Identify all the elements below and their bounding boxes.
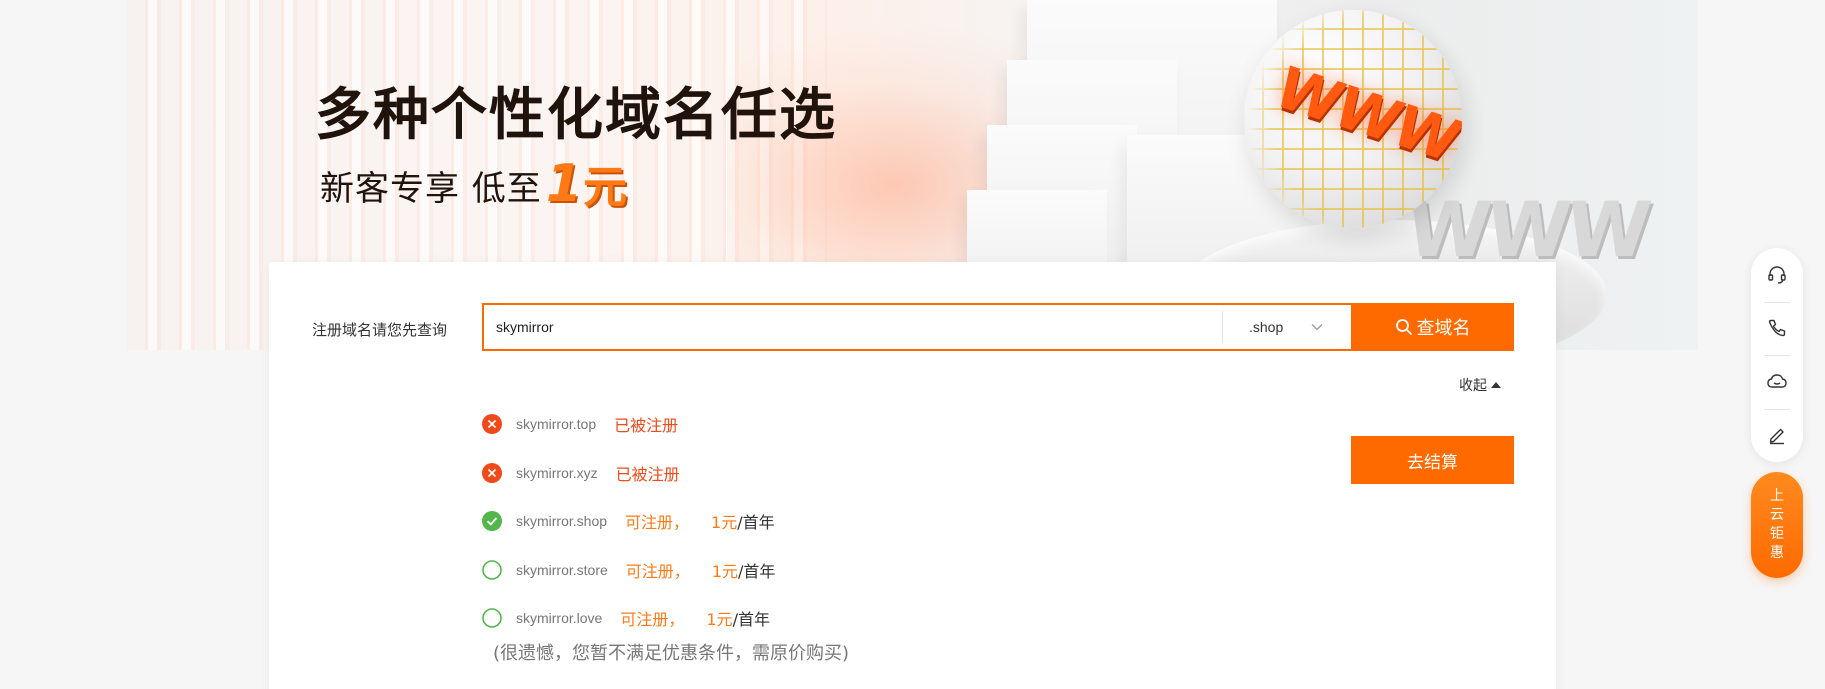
consult-button[interactable]	[1751, 355, 1803, 409]
checkout-button[interactable]: 去结算	[1351, 436, 1514, 484]
result-status: 已被注册	[614, 416, 679, 436]
phone-button[interactable]	[1751, 301, 1803, 356]
result-domain: skymirror.store	[516, 561, 608, 578]
promo-char: 上	[1770, 488, 1784, 504]
result-domain: skymirror.top	[516, 416, 597, 433]
unavailable-icon	[482, 462, 502, 483]
banner-price: 1	[545, 154, 583, 214]
feedback-button[interactable]	[1751, 408, 1803, 463]
banner-price-unit: 元	[583, 162, 628, 213]
phone-icon	[1768, 320, 1786, 337]
domain-results-list: skymirror.top 已被注册 skymirror.xyz 已被注册 sk…	[482, 400, 775, 643]
result-period: /首年	[737, 513, 775, 533]
result-domain: skymirror.love	[516, 610, 603, 627]
result-row[interactable]: skymirror.store 可注册， 1元 /首年	[482, 546, 775, 595]
result-price: 1元	[706, 610, 733, 630]
chat-icon	[1767, 374, 1787, 388]
result-period: /首年	[732, 610, 770, 630]
banner-subline: 新客专享 低至 1 元	[320, 158, 628, 210]
suffix-select[interactable]: .shop	[1222, 311, 1344, 343]
search-icon	[1395, 319, 1412, 335]
promo-char: 钜	[1770, 526, 1784, 542]
result-row: skymirror.xyz 已被注册	[482, 449, 775, 498]
promo-char: 惠	[1770, 545, 1784, 561]
result-domain: skymirror.xyz	[516, 464, 598, 481]
unchecked-circle-icon[interactable]	[482, 559, 502, 580]
customer-service-button[interactable]	[1751, 248, 1803, 302]
banner-subline-text: 新客专享 低至	[320, 169, 542, 209]
result-status: 可注册，	[625, 513, 690, 533]
collapse-toggle[interactable]: 收起	[1459, 375, 1501, 395]
discount-notice: (很遗憾，您暂不满足优惠条件，需原价购买)	[493, 643, 850, 664]
float-toolbar	[1751, 248, 1803, 462]
promo-char: 云	[1770, 507, 1784, 523]
banner-headline: 多种个性化域名任选	[315, 83, 837, 148]
chevron-down-icon	[1311, 324, 1323, 331]
result-price: 1元	[711, 513, 738, 533]
result-domain: skymirror.shop	[516, 513, 608, 530]
caret-up-icon	[1491, 382, 1501, 388]
result-status: 已被注册	[615, 464, 680, 484]
result-row[interactable]: skymirror.shop 可注册， 1元 /首年	[482, 497, 775, 546]
checked-circle-icon[interactable]	[482, 511, 502, 532]
suffix-value: .shop	[1249, 319, 1284, 335]
result-status: 可注册，	[620, 610, 685, 630]
www-globe-icon: WWW	[1244, 10, 1462, 228]
unavailable-icon	[482, 414, 502, 435]
result-status: 可注册，	[625, 561, 690, 581]
search-button-label: 查域名	[1416, 318, 1471, 339]
result-price: 1元	[711, 561, 738, 581]
search-label: 注册域名请您先查询	[312, 322, 448, 339]
result-period: /首年	[738, 561, 776, 581]
domain-search-input[interactable]	[484, 305, 1222, 349]
edit-icon	[1769, 429, 1784, 445]
unchecked-circle-icon[interactable]	[482, 608, 502, 629]
domain-search-card: 注册域名请您先查询 .shop 查域名 收起 去结算 skymirror.top…	[269, 262, 1556, 689]
search-domain-button[interactable]: 查域名	[1351, 303, 1514, 351]
headset-icon	[1768, 266, 1786, 284]
result-row[interactable]: skymirror.love 可注册， 1元 /首年	[482, 594, 775, 643]
collapse-label: 收起	[1459, 377, 1487, 393]
result-row: skymirror.top 已被注册	[482, 400, 775, 449]
www-shadow-text: WWW	[1402, 185, 1652, 274]
cloud-promo-button[interactable]: 上 云 钜 惠	[1751, 472, 1803, 578]
